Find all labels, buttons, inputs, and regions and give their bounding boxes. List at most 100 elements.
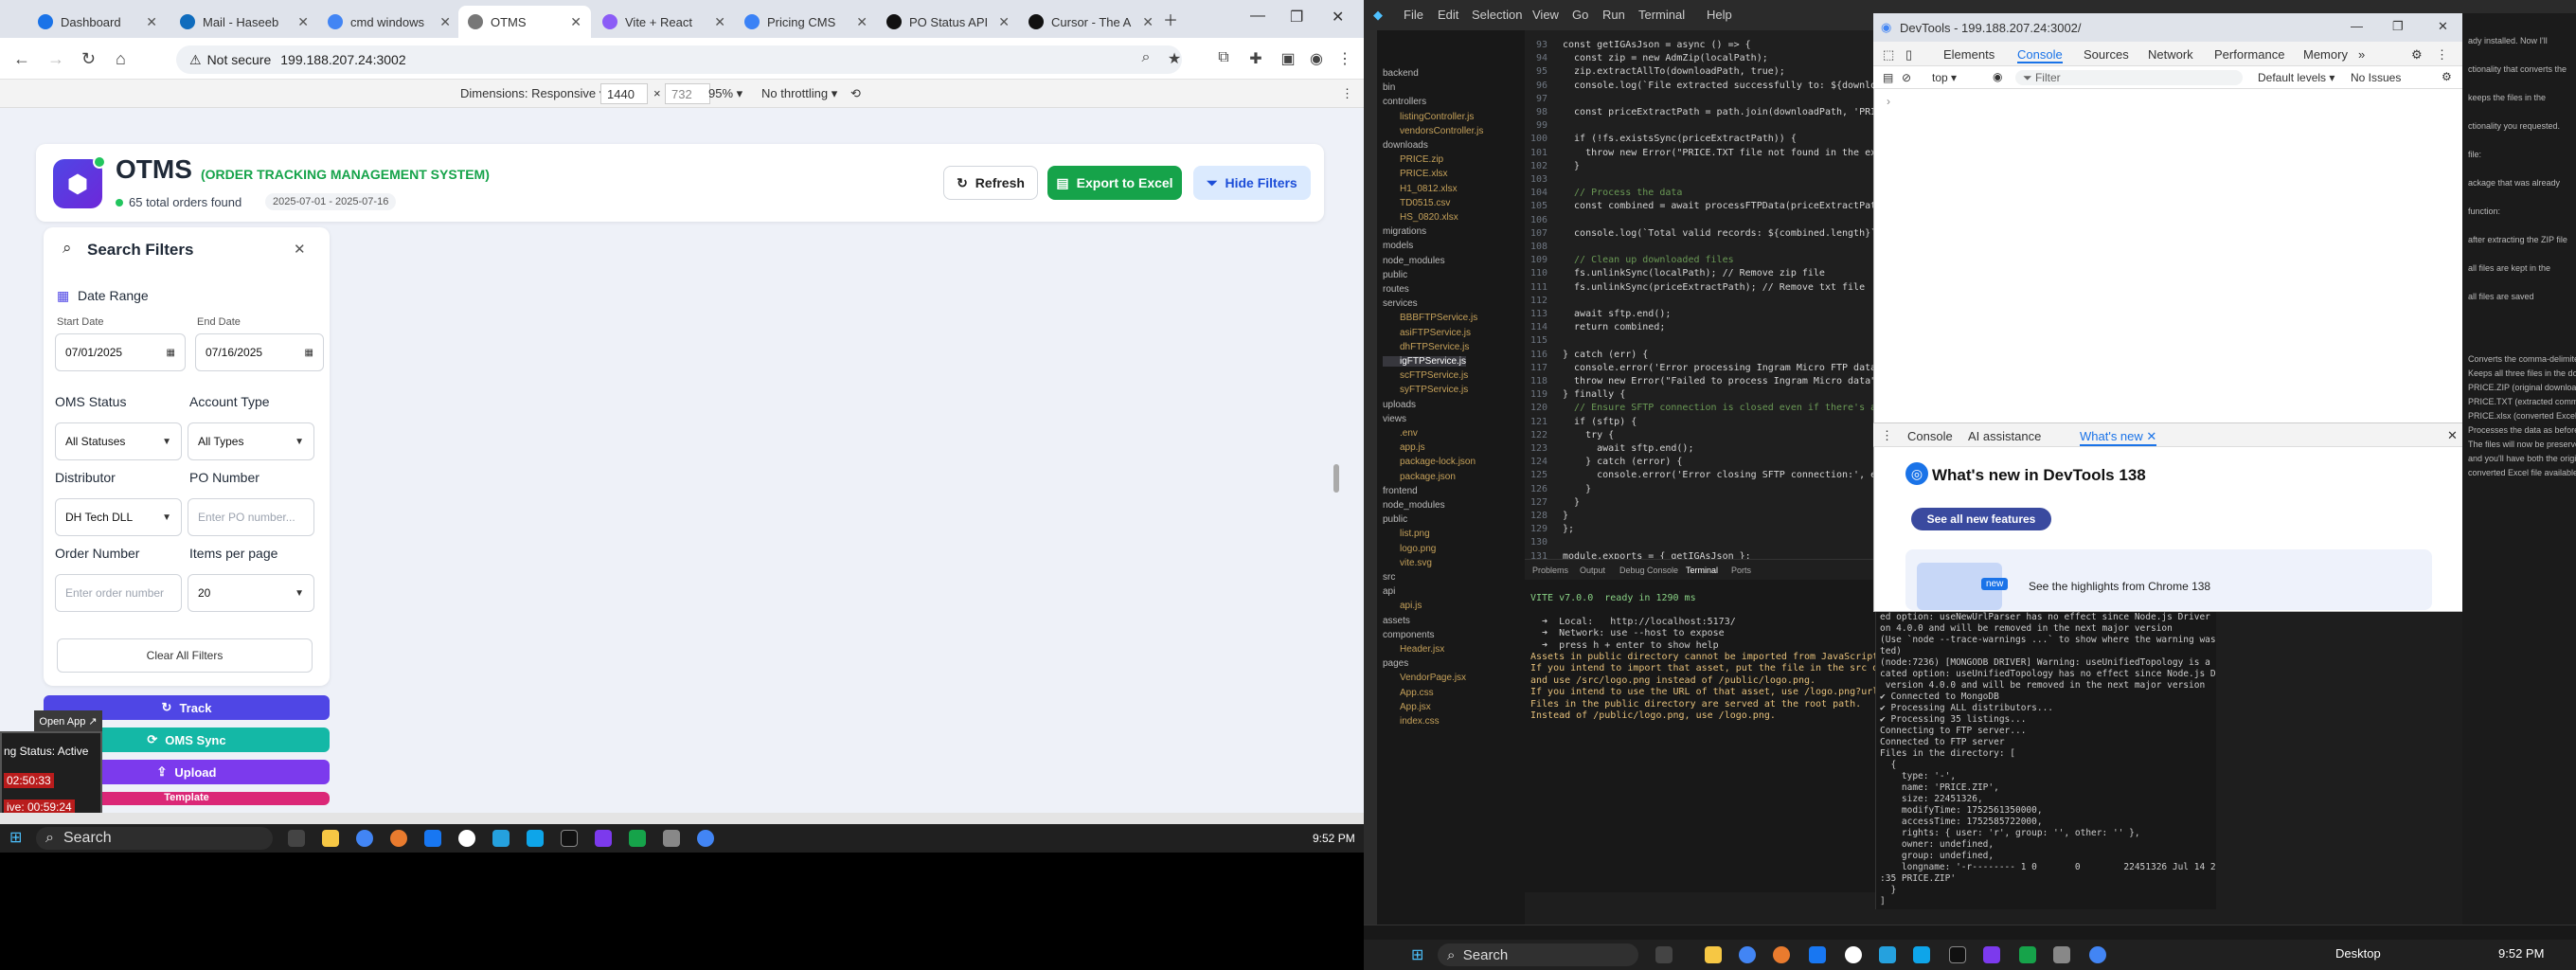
tab-console[interactable]: Console: [2017, 47, 2063, 63]
app-icon[interactable]: [492, 830, 510, 847]
explorer-item[interactable]: scFTPService.js: [1383, 370, 1468, 381]
explorer-item[interactable]: downloads: [1383, 140, 1428, 151]
folder-icon[interactable]: [1705, 946, 1722, 963]
star-icon[interactable]: ★: [1165, 49, 1184, 68]
explorer-item[interactable]: assets: [1383, 616, 1410, 626]
app-icon[interactable]: [1809, 946, 1826, 963]
po-number-input[interactable]: Enter PO number...: [188, 498, 314, 536]
explorer-item[interactable]: views: [1383, 414, 1406, 424]
explorer-item[interactable]: components: [1383, 630, 1434, 640]
close-icon[interactable]: ✕: [297, 14, 309, 30]
app-icon[interactable]: [458, 830, 475, 847]
explorer-item[interactable]: syFTPService.js: [1383, 385, 1468, 395]
explorer-item[interactable]: backend: [1383, 68, 1419, 79]
explorer-item[interactable]: HS_0820.xlsx: [1383, 212, 1458, 223]
excel-icon[interactable]: [629, 830, 646, 847]
onenote-icon[interactable]: [1983, 946, 2000, 963]
firefox-icon[interactable]: [1773, 946, 1790, 963]
menu-icon[interactable]: ⋮: [1335, 49, 1354, 68]
explorer-item[interactable]: api: [1383, 586, 1395, 597]
app-icon[interactable]: [1845, 946, 1862, 963]
chrome-icon[interactable]: [356, 830, 373, 847]
menu-edit[interactable]: Edit: [1438, 8, 1458, 22]
close-icon[interactable]: ✕: [1142, 14, 1154, 30]
distributor-select[interactable]: DH Tech DLL ▼: [55, 498, 182, 536]
end-date-input[interactable]: 07/16/2025 ▦: [195, 333, 324, 371]
address-bar[interactable]: ⚠ Not secure 199.188.207.24:3002: [176, 45, 1182, 74]
tab-problems[interactable]: Problems: [1532, 566, 1568, 575]
clear-console-icon[interactable]: ⊘: [1902, 71, 1911, 84]
more-tabs-icon[interactable]: »: [2358, 47, 2365, 62]
width-input[interactable]: 1440: [600, 83, 648, 104]
explorer-item[interactable]: src: [1383, 572, 1395, 583]
code-editor[interactable]: 93 const getIGAsJson = async () => {94 co…: [1525, 30, 1875, 561]
zoom-icon[interactable]: ⌕: [1136, 49, 1155, 68]
zoom-select[interactable]: 95% ▾: [708, 86, 742, 101]
windows-start-icon[interactable]: ⊞: [1411, 945, 1423, 964]
menu-help[interactable]: Help: [1707, 8, 1732, 22]
explorer-item[interactable]: PRICE.xlsx: [1383, 169, 1448, 179]
explorer-item[interactable]: vite.svg: [1383, 558, 1432, 568]
tab-cursor[interactable]: Cursor - The A ✕: [1019, 6, 1163, 38]
explorer-item[interactable]: services: [1383, 298, 1418, 309]
explorer-item[interactable]: H1_0812.xlsx: [1383, 184, 1458, 194]
close-icon[interactable]: ✕: [570, 14, 581, 30]
explorer-item[interactable]: VendorPage.jsx: [1383, 673, 1466, 683]
terminal-icon[interactable]: [1949, 946, 1966, 963]
tab-cmd-windows[interactable]: cmd windows ✕: [318, 6, 460, 38]
close-icon[interactable]: ✕: [146, 14, 157, 30]
drawer-tab-whats-new[interactable]: What's new ✕: [2080, 429, 2157, 446]
explorer-item[interactable]: listingController.js: [1383, 112, 1474, 122]
maximize-icon[interactable]: ❐: [2392, 19, 2404, 34]
gear-icon[interactable]: ⚙: [2442, 70, 2452, 83]
resize-handle[interactable]: [1333, 464, 1339, 493]
tab-network[interactable]: Network: [2148, 47, 2193, 62]
eye-icon[interactable]: ◉: [1993, 70, 2002, 83]
chrome-icon[interactable]: [697, 830, 714, 847]
explorer-item[interactable]: igFTPService.js: [1383, 356, 1467, 367]
gear-icon[interactable]: ⚙: [2411, 47, 2423, 63]
taskbar-search[interactable]: ⌕ Search: [36, 827, 273, 850]
new-tab-icon[interactable]: ＋: [1163, 8, 1178, 30]
menu-view[interactable]: View: [1532, 8, 1559, 22]
tab-memory[interactable]: Memory: [2303, 47, 2348, 62]
explorer-item[interactable]: frontend: [1383, 486, 1418, 496]
not-secure-indicator[interactable]: ⚠ Not secure: [189, 52, 271, 68]
desktop-label[interactable]: Desktop: [2335, 946, 2381, 961]
drawer-tab-ai[interactable]: AI assistance: [1968, 429, 2041, 443]
devbar-menu-icon[interactable]: ⋮: [1341, 86, 1353, 101]
explorer-item[interactable]: PRICE.zip: [1383, 154, 1443, 165]
chrome-icon[interactable]: [1739, 946, 1756, 963]
menu-go[interactable]: Go: [1572, 8, 1588, 22]
explorer-item[interactable]: api.js: [1383, 601, 1422, 611]
menu-icon[interactable]: ⋮: [2436, 47, 2448, 63]
close-icon[interactable]: ✕: [294, 241, 306, 258]
explorer-item[interactable]: routes: [1383, 284, 1409, 295]
back-icon[interactable]: ←: [13, 49, 30, 69]
open-app-button[interactable]: Open App ↗: [34, 710, 102, 731]
explorer-item[interactable]: asiFTPService.js: [1383, 328, 1471, 338]
tab-output[interactable]: Output: [1580, 566, 1605, 575]
minimize-icon[interactable]: —: [1250, 8, 1265, 25]
explorer-item[interactable]: public: [1383, 270, 1407, 280]
explorer-item[interactable]: App.jsx: [1383, 702, 1431, 712]
explorer-item[interactable]: .env: [1383, 428, 1418, 439]
notepad-icon[interactable]: [2053, 946, 2070, 963]
tab-sources[interactable]: Sources: [2084, 47, 2129, 62]
drawer-menu-icon[interactable]: ⋮: [1881, 428, 1893, 443]
sidebar-icon[interactable]: ▤: [1883, 71, 1893, 84]
minimize-icon[interactable]: —: [2351, 19, 2363, 33]
inspect-icon[interactable]: ⬚: [1883, 47, 1894, 63]
console-prompt-icon[interactable]: ›: [1887, 95, 1890, 108]
menu-run[interactable]: Run: [1602, 8, 1625, 22]
oms-status-select[interactable]: All Statuses ▼: [55, 422, 182, 460]
explorer-item[interactable]: node_modules: [1383, 256, 1445, 266]
explorer-item[interactable]: vendorsController.js: [1383, 126, 1483, 136]
refresh-button[interactable]: ↻ Refresh: [943, 166, 1038, 200]
extensions-icon[interactable]: ⧉: [1214, 49, 1233, 68]
app-icon[interactable]: [527, 830, 544, 847]
explorer-item[interactable]: list.png: [1383, 529, 1430, 539]
context-select[interactable]: top ▾: [1932, 71, 1957, 84]
rotate-icon[interactable]: ⟲: [850, 86, 861, 101]
app-icon[interactable]: [424, 830, 441, 847]
